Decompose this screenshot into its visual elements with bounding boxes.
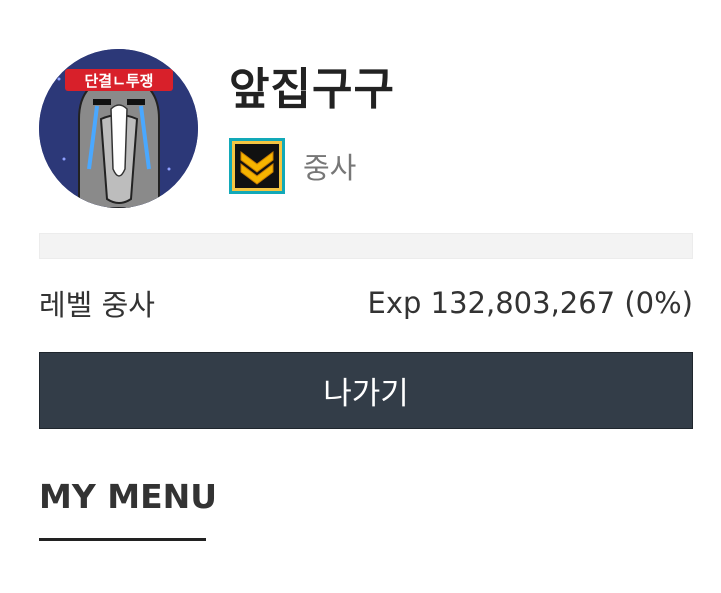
my-menu-underline [39, 538, 206, 541]
exp-progress-bar [39, 233, 693, 259]
profile-page: 단결ㄴ투쟁 앞집구구 중사 레벨 중사 Exp 132,803,267 (0%)… [0, 0, 721, 593]
my-menu-title: MY MENU [39, 477, 218, 516]
level-row: 레벨 중사 Exp 132,803,267 (0%) [39, 280, 693, 326]
rank-name: 중사 [303, 151, 357, 185]
level-label: 레벨 중사 [39, 288, 155, 322]
profile-nickname: 앞집구구 [229, 64, 395, 115]
rank-row: 중사 [229, 137, 356, 195]
sergeant-chevron-icon [229, 138, 285, 194]
exit-button[interactable]: 나가기 [39, 352, 693, 429]
exp-value: Exp 132,803,267 (0%) [367, 286, 693, 320]
avatar-banner-text: 단결ㄴ투쟁 [84, 72, 153, 90]
avatar[interactable]: 단결ㄴ투쟁 [39, 49, 198, 208]
avatar-image: 단결ㄴ투쟁 [39, 49, 198, 208]
